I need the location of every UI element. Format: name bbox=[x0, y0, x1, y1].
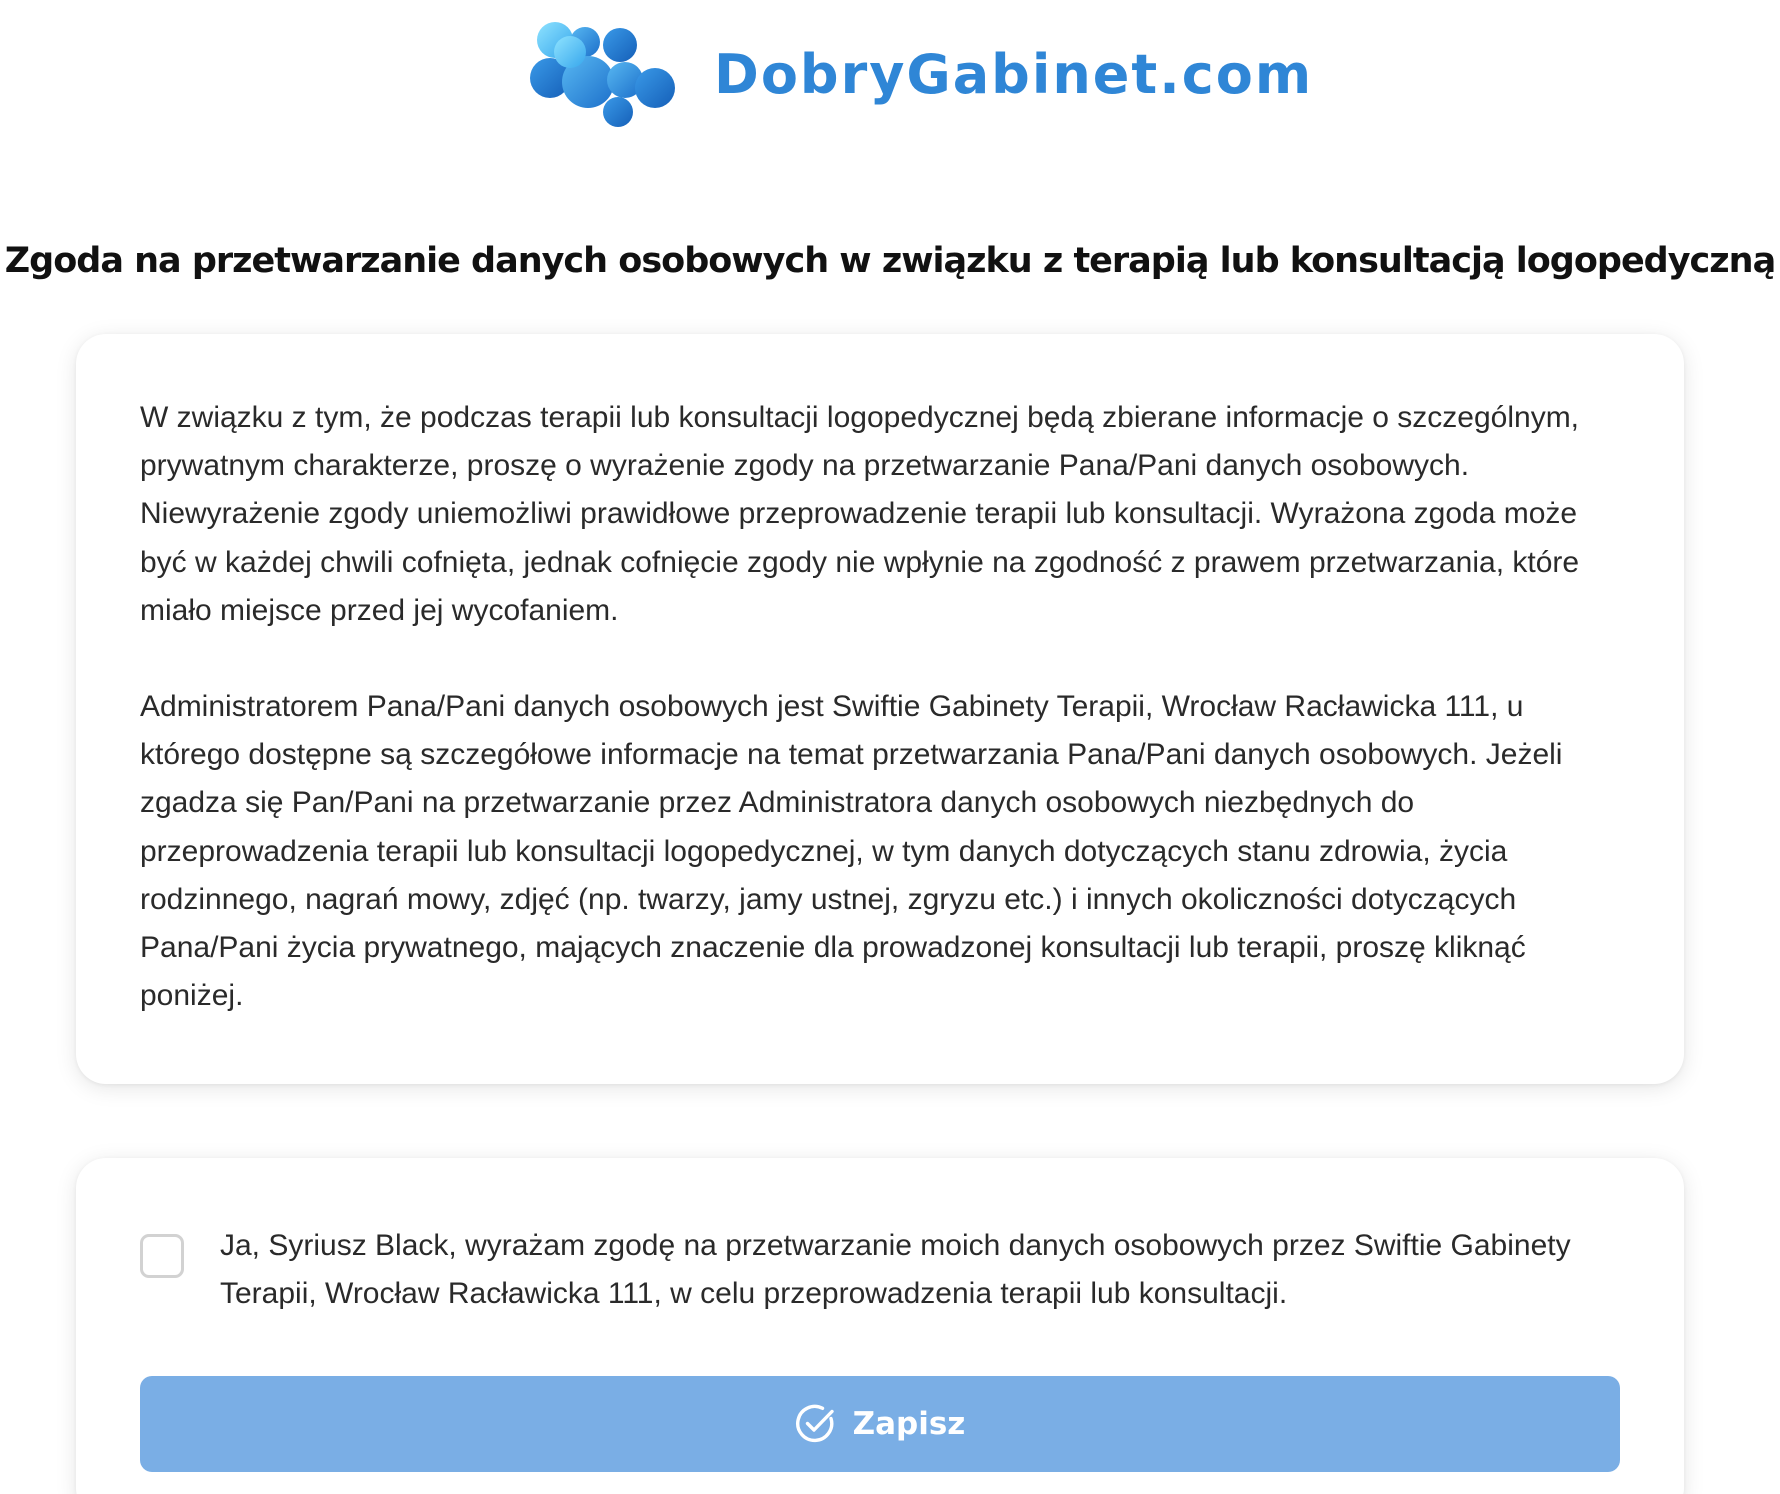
save-button-label: Zapisz bbox=[852, 1406, 966, 1442]
consent-label[interactable]: Ja, Syriusz Black, wyrażam zgodę na prze… bbox=[220, 1222, 1620, 1318]
brand-name: DobryGabinet.com bbox=[714, 43, 1314, 106]
bubbles-logo-icon bbox=[530, 22, 675, 127]
consent-page: DobryGabinet.com Zgoda na przetwarzanie … bbox=[0, 0, 1780, 1494]
info-paragraph: W związku z tym, że podczas terapii lub … bbox=[140, 401, 1580, 627]
consent-checkbox[interactable] bbox=[140, 1234, 184, 1278]
check-circle-icon bbox=[795, 1404, 834, 1443]
save-button[interactable]: Zapisz bbox=[140, 1376, 1620, 1472]
info-card: W związku z tym, że podczas terapii lub … bbox=[76, 334, 1684, 1084]
info-paragraph: Administratorem Pana/Pani danych osobowy… bbox=[140, 690, 1563, 1013]
consent-row[interactable]: Ja, Syriusz Black, wyrażam zgodę na prze… bbox=[140, 1222, 1620, 1318]
page-title: Zgoda na przetwarzanie danych osobowych … bbox=[4, 241, 1776, 282]
consent-card: Ja, Syriusz Black, wyrażam zgodę na prze… bbox=[76, 1158, 1684, 1494]
brand-header[interactable]: DobryGabinet.com bbox=[530, 20, 1313, 130]
